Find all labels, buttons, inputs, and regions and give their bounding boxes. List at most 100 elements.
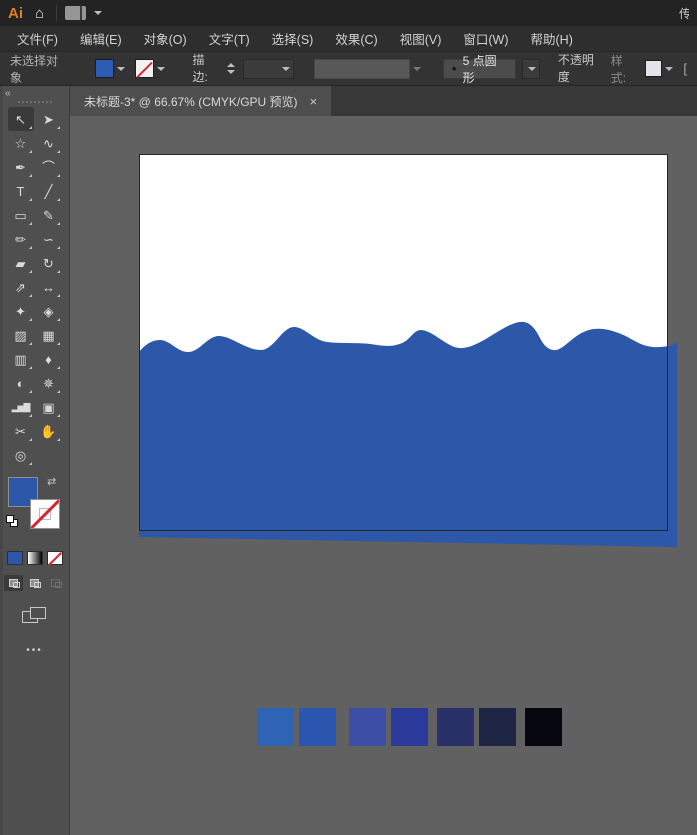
none-slash-icon	[47, 551, 62, 567]
menu-object[interactable]: 对象(O)	[133, 26, 198, 51]
smooth-tool[interactable]: ∽	[36, 227, 62, 251]
stroke-color-dropdown[interactable]	[133, 59, 167, 78]
perspective-grid-tool[interactable]: ▨	[8, 323, 34, 347]
hand-tool[interactable]: ✋	[36, 419, 62, 443]
color-button[interactable]	[6, 551, 23, 565]
edit-toolbar-icon[interactable]: •••	[0, 645, 69, 656]
stepper-down-icon[interactable]	[227, 70, 235, 74]
curvature-tool-icon: ⌒	[41, 159, 55, 175]
artwork-swatch-3[interactable]	[349, 708, 386, 746]
draw-normal-mode[interactable]	[4, 575, 23, 591]
eraser-tool[interactable]: ▰	[8, 251, 34, 275]
chevron-down-icon[interactable]	[156, 66, 165, 71]
smooth-tool-icon: ∽	[43, 231, 54, 247]
scale-tool[interactable]: ⇗	[8, 275, 34, 299]
chevron-down-icon	[412, 66, 421, 71]
graphic-style-dropdown[interactable]	[643, 60, 675, 77]
gradient-button[interactable]	[26, 551, 43, 565]
menu-file[interactable]: 文件(F)	[6, 26, 69, 51]
none-button[interactable]	[46, 551, 63, 567]
line-segment-tool[interactable]: ╱	[36, 179, 62, 203]
swap-fill-stroke-icon[interactable]: ⇄	[47, 475, 56, 488]
symbol-sprayer-tool-icon: ✵	[43, 375, 54, 391]
artwork-swatch-1[interactable]	[257, 708, 294, 746]
chevron-down-icon[interactable]	[527, 66, 536, 71]
menu-help[interactable]: 帮助(H)	[520, 26, 584, 51]
blend-tool[interactable]: ◐	[8, 371, 34, 395]
rectangle-tool[interactable]: ▭	[8, 203, 34, 227]
pen-tool-icon: ✒	[15, 159, 26, 175]
magic-wand-tool-icon: ☆	[14, 135, 27, 151]
artwork-swatch-6[interactable]	[479, 708, 516, 746]
collapse-panel-icon[interactable]: «	[0, 86, 69, 99]
stepper-up-icon[interactable]	[227, 63, 235, 67]
gradient-tool[interactable]: ▥	[8, 347, 34, 371]
chevron-down-icon[interactable]	[665, 66, 674, 71]
menu-view[interactable]: 视图(V)	[389, 26, 453, 51]
artwork-swatch-4[interactable]	[391, 708, 428, 746]
stroke-weight-select[interactable]	[242, 58, 294, 79]
menu-effect[interactable]: 效果(C)	[324, 26, 388, 51]
stroke-none-swatch[interactable]	[134, 59, 154, 78]
menu-select[interactable]: 选择(S)	[261, 26, 325, 51]
chevron-down-icon[interactable]	[116, 66, 125, 71]
curvature-tool[interactable]: ⌒	[36, 155, 62, 179]
change-screen-mode-icon[interactable]	[21, 607, 48, 625]
home-icon[interactable]: ⌂	[31, 6, 48, 21]
paint-type-buttons	[0, 551, 69, 567]
zoom-tool[interactable]: ◎	[8, 443, 34, 467]
stroke-weight-label[interactable]: 描边:	[192, 51, 220, 87]
brush-definition-select[interactable]: ● 5 点圆形	[442, 54, 517, 85]
puppet-warp-tool[interactable]: ✦	[8, 299, 34, 323]
menu-edit[interactable]: 编辑(E)	[69, 26, 133, 51]
brush-dot-icon: ●	[451, 64, 457, 73]
artwork-swatch-7[interactable]	[525, 708, 562, 746]
width-tool[interactable]: ↔	[36, 275, 62, 299]
symbol-sprayer-tool[interactable]: ✵	[36, 371, 62, 395]
selection-tool[interactable]: ↖	[7, 107, 34, 131]
fill-swatch[interactable]	[94, 59, 114, 78]
line-segment-tool-icon: ╱	[44, 183, 53, 199]
eyedropper-tool-icon: ♦	[45, 351, 52, 367]
paintbrush-tool[interactable]: ✎	[36, 203, 62, 227]
artboard-tool[interactable]: ▣	[36, 395, 62, 419]
menu-type[interactable]: 文字(T)	[198, 26, 261, 51]
panel-drag-handle[interactable]	[17, 101, 52, 103]
pencil-tool[interactable]: ✏	[8, 227, 34, 251]
mesh-tool[interactable]: ▦	[36, 323, 62, 347]
direct-selection-tool[interactable]: ➤	[36, 107, 62, 131]
menu-window[interactable]: 窗口(W)	[452, 26, 519, 51]
default-fill-stroke-icon[interactable]	[6, 515, 18, 527]
opacity-link[interactable]: 不透明度	[557, 51, 605, 87]
canvas-area[interactable]	[70, 116, 697, 835]
document-tab[interactable]: 未标题-3* @ 66.67% (CMYK/GPU 预览) ×	[70, 86, 332, 116]
column-graph-tool-icon: ▂▅▇	[11, 401, 31, 412]
wave-artwork[interactable]	[139, 321, 677, 547]
stroke-weight-stepper[interactable]	[225, 63, 237, 74]
shape-builder-tool-icon: ◈	[43, 303, 54, 319]
brush-dropdown-button[interactable]	[522, 58, 540, 79]
lasso-tool[interactable]: ∿	[36, 131, 62, 155]
artwork-swatch-5[interactable]	[437, 708, 474, 746]
eyedropper-tool[interactable]: ♦	[36, 347, 62, 371]
workspace-switcher-icon[interactable]	[65, 6, 87, 20]
rotate-tool[interactable]: ↻	[36, 251, 62, 275]
draw-behind-mode[interactable]	[25, 575, 44, 591]
column-graph-tool[interactable]: ▂▅▇	[8, 395, 34, 419]
type-tool[interactable]: T	[8, 179, 34, 203]
chevron-down-icon[interactable]	[281, 66, 290, 71]
chevron-down-icon[interactable]	[94, 11, 103, 15]
magic-wand-tool[interactable]: ☆	[8, 131, 34, 155]
fill-color-dropdown[interactable]	[93, 59, 127, 78]
rectangle-tool-icon: ▭	[14, 207, 27, 223]
slice-tool[interactable]: ✂	[8, 419, 34, 443]
pen-tool[interactable]: ✒	[8, 155, 34, 179]
illustrator-logo: Ai	[8, 4, 23, 22]
artwork-swatch-2[interactable]	[299, 708, 336, 746]
shape-builder-tool[interactable]: ◈	[36, 299, 62, 323]
divider	[56, 5, 58, 21]
style-swatch[interactable]	[645, 60, 663, 77]
stroke-indicator[interactable]	[30, 499, 60, 529]
document-title: 未标题-3* @ 66.67% (CMYK/GPU 预览)	[84, 94, 298, 109]
close-tab-icon[interactable]: ×	[310, 94, 318, 109]
